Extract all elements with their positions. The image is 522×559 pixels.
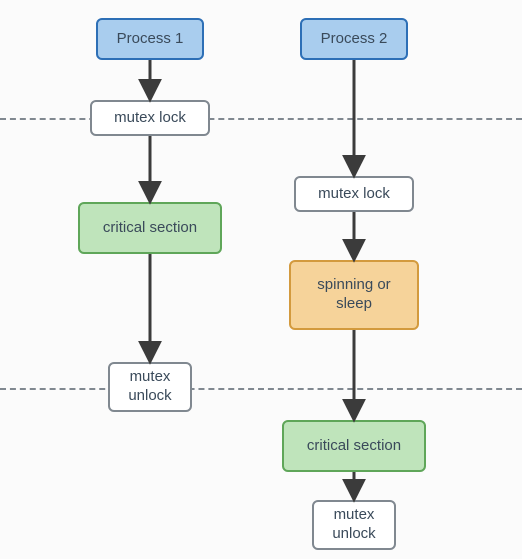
arrows-layer [0, 0, 522, 559]
